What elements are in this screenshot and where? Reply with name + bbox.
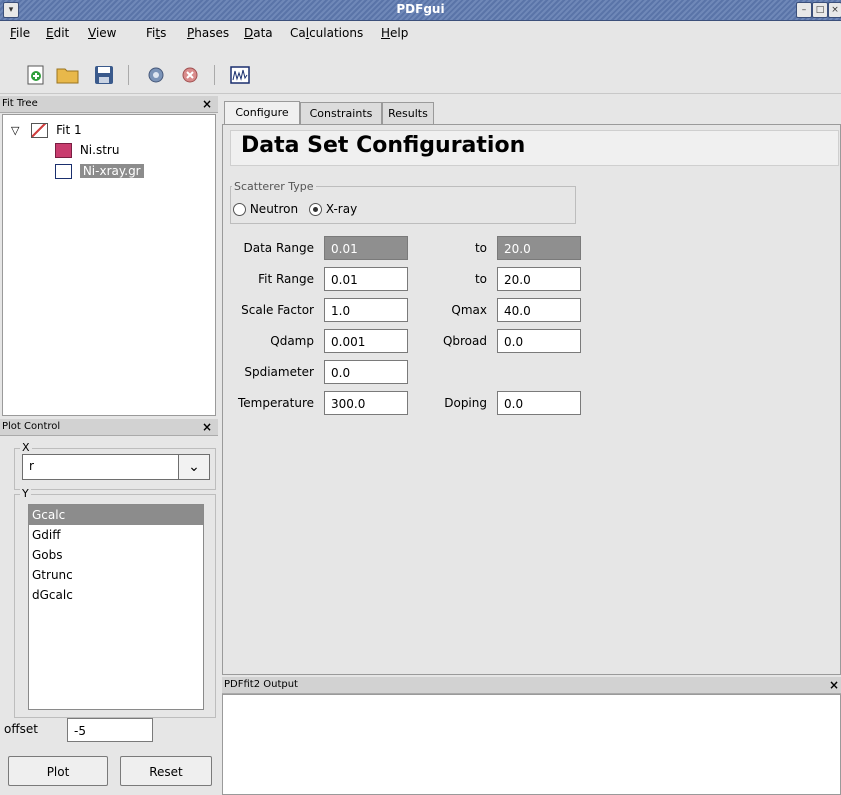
tree-dataset-label: Ni-xray.gr (79, 164, 144, 178)
menu-bar: File Edit View Fits Phases Data Calculat… (0, 21, 841, 45)
run-icon[interactable] (146, 65, 166, 85)
qdamp-input[interactable]: 0.001 (324, 329, 408, 353)
qmax-label: Qmax (451, 303, 487, 317)
save-icon[interactable] (94, 65, 114, 85)
chevron-down-icon[interactable]: ⌄ (178, 455, 209, 479)
x-group-label: X (20, 441, 32, 454)
x-select[interactable]: r ⌄ (22, 454, 210, 480)
plot-icon[interactable] (230, 65, 250, 85)
qbroad-input[interactable]: 0.0 (497, 329, 581, 353)
qmax-input[interactable]: 40.0 (497, 298, 581, 322)
phase-structure-icon (55, 143, 72, 158)
list-item[interactable]: Gobs (29, 545, 203, 565)
x-select-value: r (29, 459, 34, 473)
menu-calculations[interactable]: Calculations (290, 26, 363, 40)
xray-option[interactable]: X-ray (309, 202, 357, 216)
list-item[interactable]: Gtrunc (29, 565, 203, 585)
xray-label: X-ray (325, 202, 358, 216)
y-group-label: Y (20, 487, 31, 500)
output-panel: PDFfit2 Output × (222, 677, 841, 795)
menu-edit[interactable]: Edit (46, 26, 69, 40)
neutron-option[interactable]: Neutron (233, 202, 298, 216)
menu-phases[interactable]: Phases (187, 26, 229, 40)
data-range-label: Data Range (243, 241, 315, 255)
output-header: PDFfit2 Output (222, 677, 841, 694)
tree-fit-label: Fit 1 (56, 123, 82, 137)
scale-factor-label: Scale Factor (241, 303, 314, 317)
plot-button[interactable]: Plot (8, 756, 108, 786)
config-title-box: Data Set Configuration (230, 130, 839, 166)
tab-configure[interactable]: Configure (224, 101, 300, 125)
fit-range-to-input[interactable]: 20.0 (497, 267, 581, 291)
tab-results[interactable]: Results (382, 102, 434, 124)
page-title: Data Set Configuration (241, 133, 526, 158)
tree-row-dataset[interactable]: Ni-xray.gr (55, 162, 144, 180)
list-item[interactable]: Gdiff (29, 525, 203, 545)
title-bar: ▾ PDFgui – □ × (0, 0, 841, 21)
menu-view[interactable]: View (88, 26, 116, 40)
menu-data[interactable]: Data (244, 26, 273, 40)
xray-radio[interactable] (309, 203, 322, 216)
output-text-area[interactable] (222, 694, 841, 795)
tree-phase-label: Ni.stru (79, 143, 120, 157)
doping-label: Doping (444, 396, 487, 410)
data-range-to-input[interactable]: 20.0 (497, 236, 581, 260)
fit-range-label: Fit Range (258, 272, 314, 286)
open-folder-icon[interactable] (56, 65, 80, 85)
to-label: to (474, 241, 487, 255)
plot-control-header: Plot Control (0, 419, 218, 436)
fit-tree-view[interactable]: ▽ Fit 1 Ni.stru Ni-xray.gr (2, 114, 216, 416)
spdiameter-input[interactable]: 0.0 (324, 360, 408, 384)
tree-row-phase[interactable]: Ni.stru (55, 141, 119, 159)
fit-tree-panel: Fit Tree × ▽ Fit 1 Ni.stru Ni-xray.gr (0, 96, 218, 416)
output-close-icon[interactable]: × (829, 677, 839, 693)
temperature-label: Temperature (237, 396, 314, 410)
plot-control-close-icon[interactable]: × (202, 419, 212, 435)
toolbar (0, 45, 841, 94)
stop-icon[interactable] (180, 65, 200, 85)
fit-tree-close-icon[interactable]: × (202, 96, 212, 112)
menu-fits[interactable]: Fits (146, 26, 166, 40)
neutron-radio[interactable] (233, 203, 246, 216)
offset-input[interactable]: -5 (67, 718, 153, 742)
expand-triangle-icon[interactable]: ▽ (11, 124, 19, 137)
menu-file[interactable]: File (10, 26, 30, 40)
fit-icon (31, 123, 49, 138)
neutron-label: Neutron (249, 202, 299, 216)
to-label: to (474, 272, 487, 286)
temperature-input[interactable]: 300.0 (324, 391, 408, 415)
minimize-icon[interactable]: – (796, 2, 812, 18)
list-item[interactable]: Gcalc (29, 505, 203, 525)
tab-constraints[interactable]: Constraints (300, 102, 382, 124)
tree-row-fit[interactable]: ▽ Fit 1 (11, 121, 82, 139)
dataset-plot-icon (55, 164, 72, 179)
list-item[interactable]: dGcalc (29, 585, 203, 605)
y-list[interactable]: Gcalc Gdiff Gobs Gtrunc dGcalc (28, 504, 204, 710)
qbroad-label: Qbroad (442, 334, 487, 348)
offset-label: offset (4, 722, 38, 736)
close-icon[interactable]: × (828, 2, 841, 18)
qdamp-label: Qdamp (270, 334, 314, 348)
scale-factor-input[interactable]: 1.0 (324, 298, 408, 322)
window-title: PDFgui (396, 2, 445, 16)
new-fit-icon[interactable] (26, 65, 46, 85)
doping-input[interactable]: 0.0 (497, 391, 581, 415)
spdiameter-label: Spdiameter (244, 365, 314, 379)
fit-tree-header: Fit Tree (0, 96, 218, 113)
reset-button[interactable]: Reset (120, 756, 212, 786)
fit-range-from-input[interactable]: 0.01 (324, 267, 408, 291)
menu-help[interactable]: Help (381, 26, 408, 40)
data-range-from-input[interactable]: 0.01 (324, 236, 408, 260)
maximize-icon[interactable]: □ (812, 2, 828, 18)
scatterer-label: Scatterer Type (232, 180, 316, 193)
